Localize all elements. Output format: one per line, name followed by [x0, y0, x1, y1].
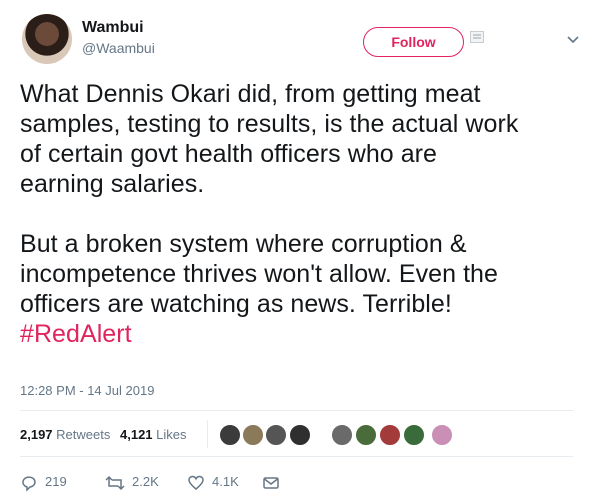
direct-message-button[interactable]	[262, 472, 287, 492]
reply-button[interactable]: 219	[20, 472, 67, 492]
tweet-line: What Dennis Okari did, from getting meat	[20, 80, 481, 108]
tweet-text: What Dennis Okari did, from getting meat…	[20, 79, 580, 349]
retweets-stat[interactable]: 2,197 Retweets	[20, 427, 110, 442]
chevron-down-icon[interactable]	[565, 32, 581, 48]
likes-label: Likes	[156, 427, 187, 442]
follow-button[interactable]: Follow	[363, 27, 464, 57]
tweet-timestamp[interactable]: 12:28 PM - 14 Jul 2019	[20, 383, 154, 398]
divider	[20, 456, 573, 457]
likes-stat[interactable]: 4,121 Likes	[120, 427, 187, 442]
tweet-line: of certain govt health officers who are	[20, 140, 438, 168]
author-name[interactable]: Wambui	[82, 19, 144, 37]
user-card-icon	[470, 31, 484, 43]
tweet-line: incompetence thrives won't allow. Even t…	[20, 260, 498, 288]
liker-avatar[interactable]	[379, 424, 401, 446]
liker-avatar[interactable]	[331, 424, 353, 446]
tweet-card: Wambui @Waambui Follow What Dennis Okari…	[0, 0, 593, 503]
retweets-label: Retweets	[56, 427, 111, 442]
author-handle[interactable]: @Waambui	[82, 40, 155, 56]
liker-avatar[interactable]	[289, 424, 311, 446]
retweet-icon	[105, 475, 125, 490]
likes-count: 4,121	[120, 427, 153, 442]
tweet-line: samples, testing to results, is the actu…	[20, 110, 519, 138]
heart-icon	[188, 475, 204, 490]
like-button[interactable]: 4.1K	[187, 472, 239, 492]
retweet-count: 2.2K	[132, 474, 159, 489]
liker-avatar[interactable]	[219, 424, 241, 446]
avatar[interactable]	[22, 14, 72, 64]
hashtag-link[interactable]: #RedAlert	[20, 319, 580, 349]
liker-avatar[interactable]	[355, 424, 377, 446]
liker-avatar[interactable]	[403, 424, 425, 446]
retweets-count: 2,197	[20, 427, 53, 442]
liker-avatar[interactable]	[431, 424, 453, 446]
tweet-line: But a broken system where corruption &	[20, 230, 467, 258]
tweet-stats: 2,197 Retweets 4,121 Likes	[20, 427, 187, 442]
retweet-button[interactable]: 2.2K	[105, 472, 159, 492]
reply-icon	[22, 475, 36, 492]
liker-avatar[interactable]	[265, 424, 287, 446]
envelope-icon	[263, 476, 279, 489]
divider	[20, 410, 573, 411]
tweet-line: officers are watching as news. Terrible!	[20, 290, 452, 318]
liker-avatar[interactable]	[242, 424, 264, 446]
like-count: 4.1K	[212, 474, 239, 489]
reply-count: 219	[45, 474, 67, 489]
tweet-line: earning salaries.	[20, 170, 205, 198]
divider	[207, 420, 208, 448]
